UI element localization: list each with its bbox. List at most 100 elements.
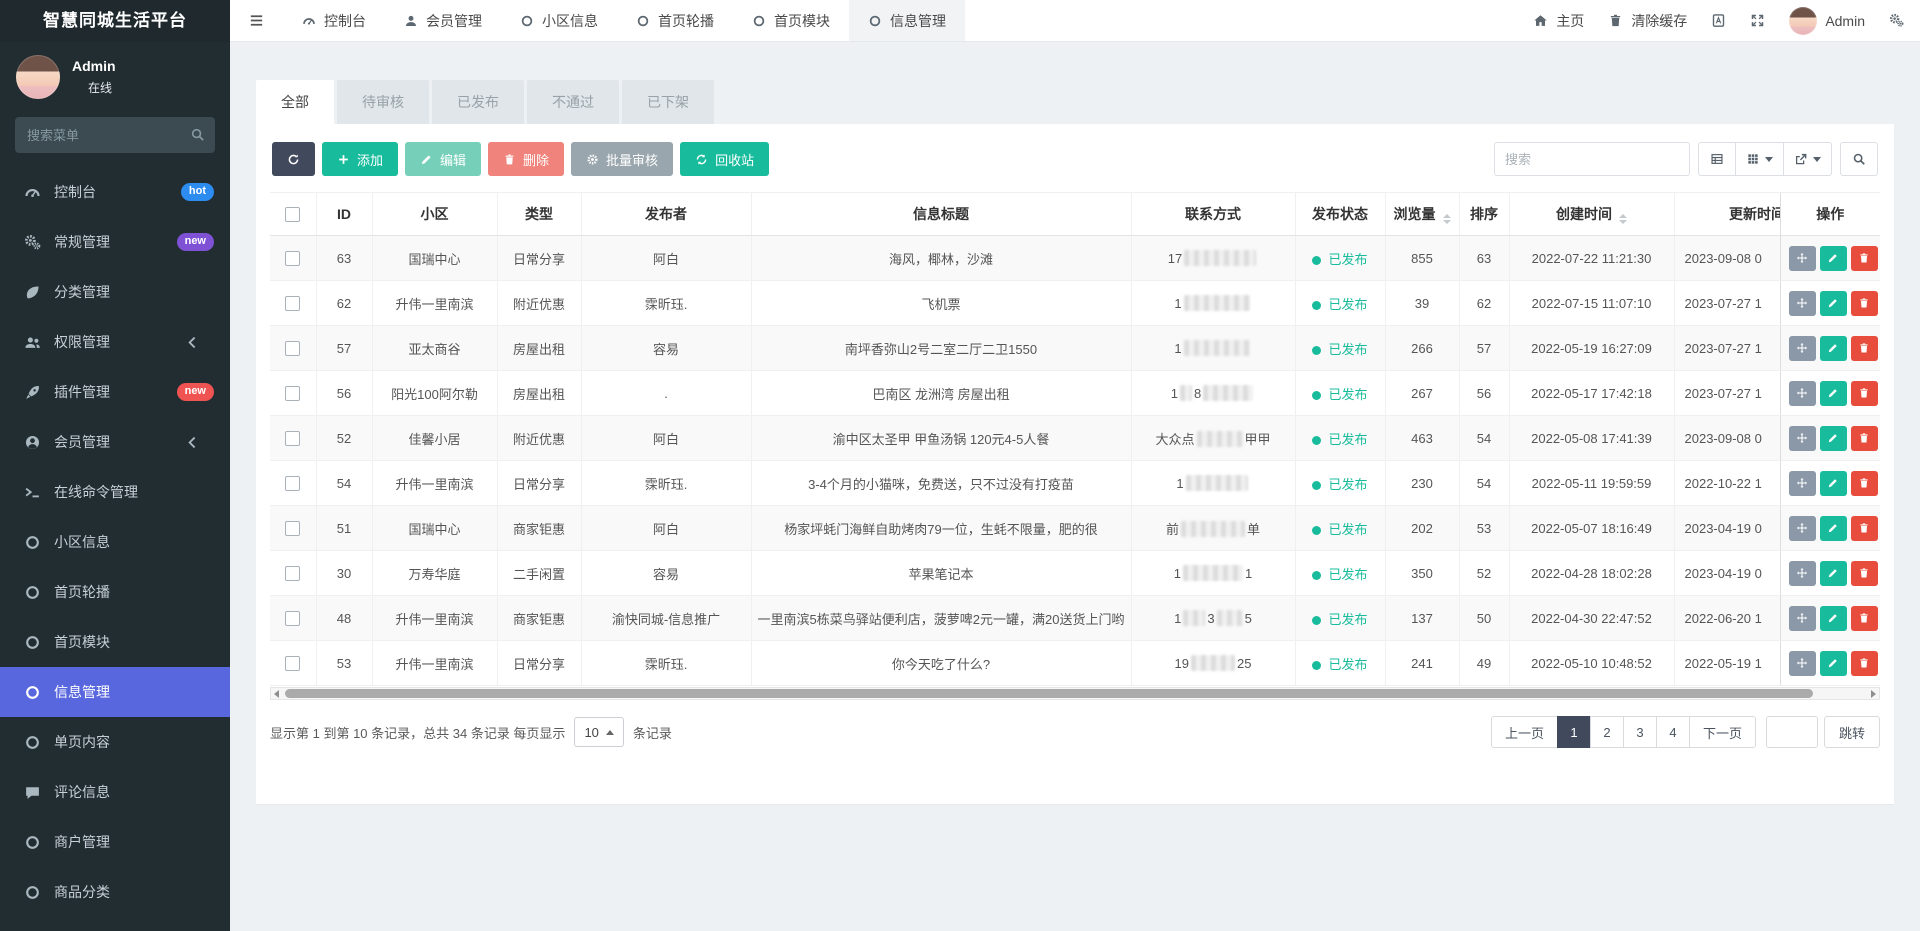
row-checkbox[interactable]: [285, 611, 300, 626]
row-drag-button[interactable]: [1789, 561, 1816, 586]
row-edit-button[interactable]: [1820, 606, 1847, 631]
page-3-button[interactable]: 3: [1623, 716, 1657, 748]
row-checkbox[interactable]: [285, 476, 300, 491]
jump-page-input[interactable]: [1766, 716, 1818, 748]
batch-audit-button[interactable]: 批量审核: [571, 142, 673, 176]
sidebar-item-single-page[interactable]: 单页内容: [0, 717, 230, 767]
topnav-info[interactable]: 信息管理: [849, 0, 965, 41]
row-delete-button[interactable]: [1851, 606, 1878, 631]
row-edit-button[interactable]: [1820, 426, 1847, 451]
sidebar-item-general[interactable]: 常规管理new: [0, 217, 230, 267]
per-page-select[interactable]: 10: [574, 717, 623, 747]
row-drag-button[interactable]: [1789, 606, 1816, 631]
select-all-checkbox[interactable]: [285, 207, 300, 222]
delete-button[interactable]: 删除: [488, 142, 564, 176]
sidebar-item-merchant[interactable]: 商户管理: [0, 817, 230, 867]
tab-published[interactable]: 已发布: [432, 80, 524, 124]
row-edit-button[interactable]: [1820, 246, 1847, 271]
sidebar-item-comments[interactable]: 评论信息: [0, 767, 230, 817]
row-delete-button[interactable]: [1851, 471, 1878, 496]
row-delete-button[interactable]: [1851, 651, 1878, 676]
header-views[interactable]: 浏览量: [1385, 193, 1459, 236]
tab-offline[interactable]: 已下架: [622, 80, 714, 124]
sidebar-item-addon[interactable]: 插件管理new: [0, 367, 230, 417]
topnav-banner[interactable]: 首页轮播: [617, 0, 733, 41]
sidebar-item-dashboard[interactable]: 控制台hot: [0, 167, 230, 217]
row-drag-button[interactable]: [1789, 381, 1816, 406]
row-delete-button[interactable]: [1851, 516, 1878, 541]
row-drag-button[interactable]: [1789, 291, 1816, 316]
row-edit-button[interactable]: [1820, 561, 1847, 586]
header-created[interactable]: 创建时间: [1509, 193, 1674, 236]
export-button[interactable]: [1784, 142, 1832, 176]
sidebar-item-auth[interactable]: 权限管理: [0, 317, 230, 367]
row-checkbox[interactable]: [285, 521, 300, 536]
sidebar-item-member[interactable]: 会员管理: [0, 417, 230, 467]
row-checkbox[interactable]: [285, 656, 300, 671]
row-drag-button[interactable]: [1789, 336, 1816, 361]
row-checkbox[interactable]: [285, 341, 300, 356]
prev-page-button[interactable]: 上一页: [1491, 716, 1558, 748]
row-drag-button[interactable]: [1789, 426, 1816, 451]
settings-button[interactable]: [1889, 13, 1904, 28]
search-toggle-button[interactable]: [1840, 142, 1878, 176]
tab-rejected[interactable]: 不通过: [527, 80, 619, 124]
row-edit-button[interactable]: [1820, 381, 1847, 406]
jump-button[interactable]: 跳转: [1824, 716, 1880, 748]
row-delete-button[interactable]: [1851, 426, 1878, 451]
row-delete-button[interactable]: [1851, 336, 1878, 361]
row-checkbox[interactable]: [285, 566, 300, 581]
page-1-button[interactable]: 1: [1557, 716, 1591, 748]
row-edit-button[interactable]: [1820, 471, 1847, 496]
language-button[interactable]: [1711, 13, 1726, 28]
sidebar-search-input[interactable]: [15, 117, 215, 153]
sidebar-toggle-button[interactable]: [230, 0, 283, 41]
topnav-member[interactable]: 会员管理: [385, 0, 501, 41]
row-drag-button[interactable]: [1789, 651, 1816, 676]
sidebar-item-info-manage[interactable]: 信息管理: [0, 667, 230, 717]
row-drag-button[interactable]: [1789, 516, 1816, 541]
row-delete-button[interactable]: [1851, 561, 1878, 586]
row-delete-button[interactable]: [1851, 291, 1878, 316]
row-checkbox[interactable]: [285, 251, 300, 266]
scroll-left-icon[interactable]: [274, 690, 279, 698]
topnav-community[interactable]: 小区信息: [501, 0, 617, 41]
row-delete-button[interactable]: [1851, 381, 1878, 406]
row-delete-button[interactable]: [1851, 246, 1878, 271]
sidebar-item-home-banner[interactable]: 首页轮播: [0, 567, 230, 617]
refresh-button[interactable]: [272, 142, 315, 176]
edit-button[interactable]: 编辑: [405, 142, 481, 176]
sidebar-item-goods-category[interactable]: 商品分类: [0, 867, 230, 917]
page-2-button[interactable]: 2: [1590, 716, 1624, 748]
scroll-right-icon[interactable]: [1871, 690, 1876, 698]
topnav-module[interactable]: 首页模块: [733, 0, 849, 41]
sidebar-item-home-module[interactable]: 首页模块: [0, 617, 230, 667]
recycle-button[interactable]: 回收站: [680, 142, 769, 176]
row-checkbox[interactable]: [285, 296, 300, 311]
tab-all[interactable]: 全部: [256, 80, 334, 124]
topnav-dashboard[interactable]: 控制台: [283, 0, 385, 41]
fullscreen-button[interactable]: [1750, 13, 1765, 28]
home-link[interactable]: 主页: [1533, 11, 1584, 31]
row-edit-button[interactable]: [1820, 336, 1847, 361]
sidebar-item-community-info[interactable]: 小区信息: [0, 517, 230, 567]
row-checkbox[interactable]: [285, 431, 300, 446]
sidebar-item-command[interactable]: 在线命令管理: [0, 467, 230, 517]
toggle-view-button[interactable]: [1698, 142, 1736, 176]
row-edit-button[interactable]: [1820, 291, 1847, 316]
columns-button[interactable]: [1736, 142, 1784, 176]
table-search-input[interactable]: [1494, 142, 1690, 176]
row-drag-button[interactable]: [1789, 471, 1816, 496]
row-checkbox[interactable]: [285, 386, 300, 401]
next-page-button[interactable]: 下一页: [1689, 716, 1756, 748]
row-edit-button[interactable]: [1820, 651, 1847, 676]
horizontal-scrollbar[interactable]: [270, 687, 1880, 700]
admin-menu[interactable]: Admin: [1789, 7, 1865, 35]
tab-pending[interactable]: 待审核: [337, 80, 429, 124]
row-drag-button[interactable]: [1789, 246, 1816, 271]
add-button[interactable]: 添加: [322, 142, 398, 176]
clear-cache-button[interactable]: 清除缓存: [1608, 11, 1687, 31]
page-4-button[interactable]: 4: [1656, 716, 1690, 748]
scrollbar-thumb[interactable]: [285, 689, 1813, 698]
row-edit-button[interactable]: [1820, 516, 1847, 541]
